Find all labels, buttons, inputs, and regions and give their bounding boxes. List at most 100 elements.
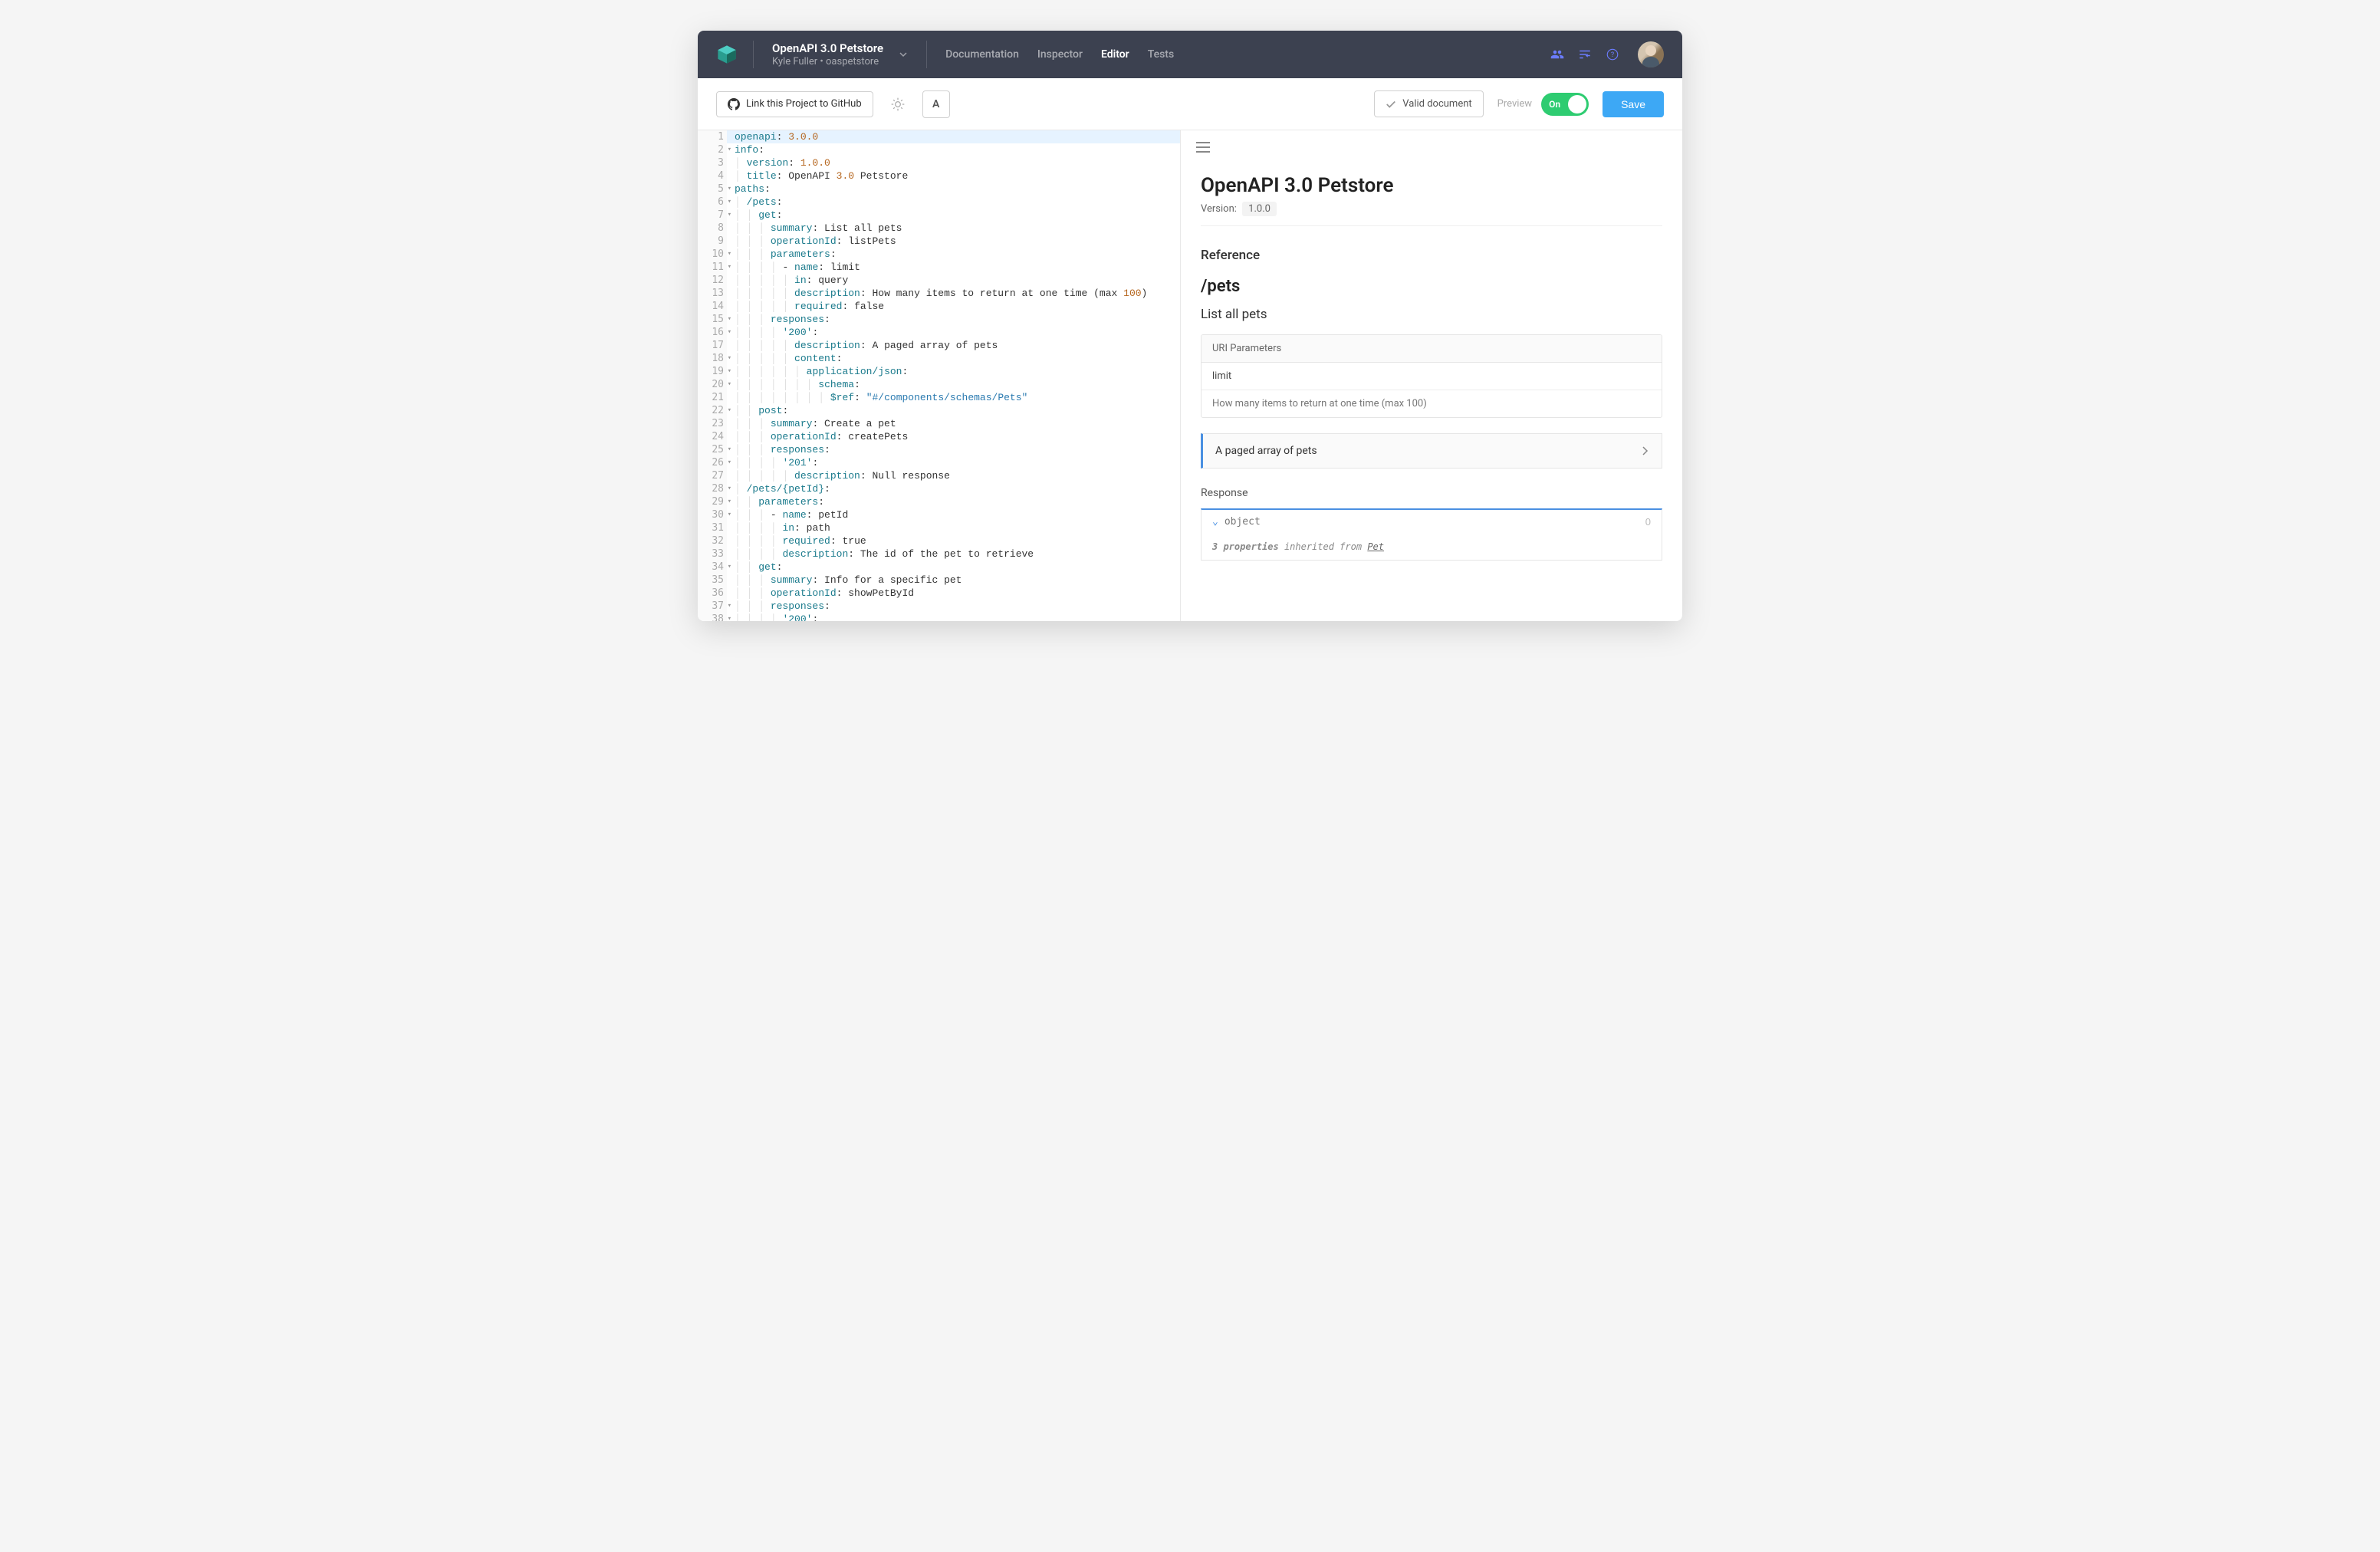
code-line[interactable]: │ │ │ │ │ content: (735, 352, 1180, 365)
svg-text:?: ? (1611, 51, 1614, 59)
logo-icon (716, 44, 738, 65)
tab-documentation[interactable]: Documentation (945, 48, 1019, 61)
code-line[interactable]: │ │ │ │ │ in: query (735, 274, 1180, 287)
api-title: OpenAPI 3.0 Petstore (1201, 174, 1662, 197)
code-editor[interactable]: 1234567891011121314151617181920212223242… (698, 130, 1181, 621)
code-line[interactable]: paths: (735, 182, 1180, 196)
code-line[interactable]: │ │ │ - name: petId (735, 508, 1180, 521)
github-icon (728, 98, 740, 110)
code-line[interactable]: │ │ │ │ │ description: A paged array of … (735, 339, 1180, 352)
preview-pane: OpenAPI 3.0 Petstore Version: 1.0.0 Refe… (1181, 130, 1682, 621)
project-subtitle: Kyle Fuller • oaspetstore (772, 56, 883, 67)
toggle-knob (1568, 95, 1586, 113)
response-toggle[interactable]: A paged array of pets (1201, 433, 1662, 469)
schema-count: 0 (1645, 516, 1651, 528)
check-icon (1386, 99, 1396, 110)
code-line[interactable]: │ │ │ │ │ │ │ schema: (735, 378, 1180, 391)
code-line[interactable]: │ │ │ responses: (735, 443, 1180, 456)
code-line[interactable]: │ │ │ │ - name: limit (735, 261, 1180, 274)
code-line[interactable]: │ │ post: (735, 404, 1180, 417)
code-line[interactable]: │ version: 1.0.0 (735, 156, 1180, 169)
app-window: OpenAPI 3.0 Petstore Kyle Fuller • oaspe… (698, 31, 1682, 621)
code-line[interactable]: │ │ │ │ │ description: How many items to… (735, 287, 1180, 300)
inherit-note: 3 properties inherited from Pet (1202, 534, 1662, 560)
code-line[interactable]: │ │ │ │ in: path (735, 521, 1180, 534)
toolbar: Link this Project to GitHub A Valid docu… (698, 78, 1682, 130)
divider (926, 41, 927, 68)
save-button[interactable]: Save (1603, 91, 1664, 117)
line-gutter: 1234567891011121314151617181920212223242… (698, 130, 727, 621)
code-line[interactable]: │ │ │ │ '201': (735, 456, 1180, 469)
code-line[interactable]: │ │ │ │ '200': (735, 613, 1180, 621)
divider (753, 41, 754, 68)
project-title: OpenAPI 3.0 Petstore (772, 41, 883, 55)
code-line[interactable]: │ │ │ summary: List all pets (735, 222, 1180, 235)
code-line[interactable]: │ │ │ │ '200': (735, 326, 1180, 339)
preview-label: Preview (1497, 98, 1532, 110)
user-avatar[interactable] (1638, 41, 1664, 67)
sliders-icon (1578, 48, 1592, 61)
app-header: OpenAPI 3.0 Petstore Kyle Fuller • oaspe… (698, 31, 1682, 78)
code-line[interactable]: openapi: 3.0.0 (698, 130, 1180, 143)
code-line[interactable]: │ │ │ summary: Create a pet (735, 417, 1180, 430)
code-line[interactable]: │ │ │ operationId: listPets (735, 235, 1180, 248)
inherit-link[interactable]: Pet (1367, 541, 1384, 552)
github-link-label: Link this Project to GitHub (746, 98, 862, 110)
settings-button[interactable] (1578, 48, 1592, 61)
code-line[interactable]: │ │ │ responses: (735, 313, 1180, 326)
code-line[interactable]: │ │ │ responses: (735, 600, 1180, 613)
code-line[interactable]: │ │ │ │ description: The id of the pet t… (735, 547, 1180, 561)
schema-type: object (1225, 516, 1261, 528)
code-line[interactable]: │ │ │ summary: Info for a specific pet (735, 574, 1180, 587)
code-line[interactable]: │ │ │ │ │ │ application/json: (735, 365, 1180, 378)
param-name: limit (1202, 363, 1662, 390)
chevron-right-icon (1642, 446, 1649, 456)
chevron-down-icon (899, 50, 908, 59)
chevron-down-icon: ⌄ (1212, 516, 1218, 528)
params-box: URI Parameters limit How many items to r… (1201, 334, 1662, 418)
code-line[interactable]: │ │ │ operationId: createPets (735, 430, 1180, 443)
tab-editor[interactable]: Editor (1101, 48, 1129, 61)
response-heading: Response (1201, 487, 1662, 499)
theme-toggle-button[interactable] (884, 90, 912, 118)
code-line[interactable]: │ title: OpenAPI 3.0 Petstore (735, 169, 1180, 182)
help-icon: ? (1606, 48, 1619, 61)
validation-label: Valid document (1402, 98, 1471, 110)
tab-inspector[interactable]: Inspector (1037, 48, 1083, 61)
header-actions: ? (1550, 48, 1619, 61)
version-row: Version: 1.0.0 (1201, 203, 1662, 226)
code-line[interactable]: │ /pets/{petId}: (735, 482, 1180, 495)
code-line[interactable]: │ │ get: (735, 561, 1180, 574)
help-button[interactable]: ? (1606, 48, 1619, 61)
logo[interactable] (716, 44, 738, 65)
nav-tabs: Documentation Inspector Editor Tests (945, 48, 1174, 61)
code-line[interactable]: info: (735, 143, 1180, 156)
preview-menu-button[interactable] (1196, 141, 1210, 156)
preview-toggle[interactable]: On (1541, 93, 1589, 116)
code-line[interactable]: │ │ │ │ │ required: false (735, 300, 1180, 313)
tab-tests[interactable]: Tests (1148, 48, 1174, 61)
code-line[interactable]: │ │ │ │ │ description: Null response (735, 469, 1180, 482)
code-line[interactable]: │ │ │ │ │ │ │ │ $ref: "#/components/sche… (735, 391, 1180, 404)
code-line[interactable]: │ │ │ operationId: showPetById (735, 587, 1180, 600)
response-description: A paged array of pets (1215, 445, 1317, 457)
schema-box: ⌄ object 0 3 properties inherited from P… (1201, 508, 1662, 561)
code-area[interactable]: openapi: 3.0.0info:│ version: 1.0.0│ tit… (735, 130, 1180, 621)
split-view: 1234567891011121314151617181920212223242… (698, 130, 1682, 621)
font-size-button[interactable]: A (922, 90, 950, 118)
project-info[interactable]: OpenAPI 3.0 Petstore Kyle Fuller • oaspe… (772, 41, 883, 67)
github-link-button[interactable]: Link this Project to GitHub (716, 91, 873, 117)
project-dropdown[interactable] (899, 48, 908, 62)
code-line[interactable]: │ │ get: (735, 209, 1180, 222)
people-button[interactable] (1550, 48, 1564, 61)
reference-heading: Reference (1201, 248, 1662, 263)
people-icon (1550, 48, 1564, 61)
version-badge: 1.0.0 (1242, 202, 1277, 216)
schema-row[interactable]: ⌄ object 0 (1202, 510, 1662, 534)
code-line[interactable]: │ /pets: (735, 196, 1180, 209)
code-line[interactable]: │ │ │ │ required: true (735, 534, 1180, 547)
code-line[interactable]: │ │ parameters: (735, 495, 1180, 508)
code-line[interactable]: │ │ │ parameters: (735, 248, 1180, 261)
path-heading: /pets (1201, 277, 1662, 296)
hamburger-icon (1196, 142, 1210, 153)
